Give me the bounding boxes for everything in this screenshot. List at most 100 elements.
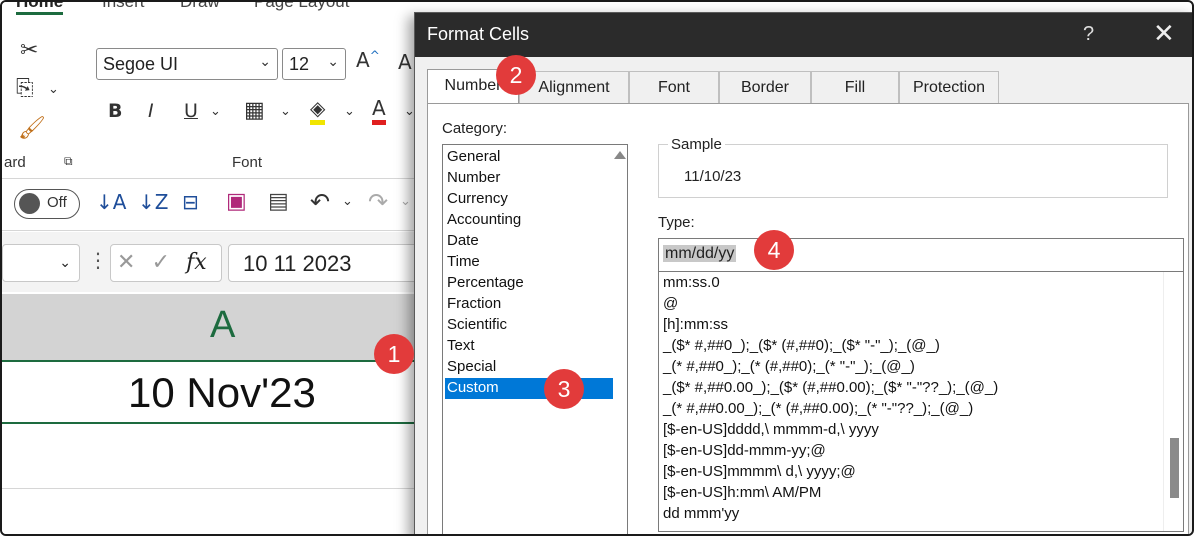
format-item[interactable]: _(* #,##0.00_);_(* (#,##0.00);_(* "-"??_…	[663, 400, 973, 417]
sort-descending-icon[interactable]: ↓Z	[138, 190, 168, 214]
undo-dropdown-icon[interactable]: ⌄	[342, 194, 353, 209]
selected-cell[interactable]: 10 Nov'23	[2, 364, 422, 424]
autosave-toggle[interactable]: Off	[14, 189, 80, 219]
dialog-launcher-icon[interactable]: ⧉	[64, 154, 73, 169]
category-item-selected[interactable]: Custom	[445, 378, 615, 399]
category-item[interactable]: Currency	[445, 189, 615, 210]
autosave-state: Off	[47, 194, 67, 211]
excel-window: Home Insert Draw Page Layout ✂ ⎘ ⌄ 🖌 Seg…	[2, 2, 428, 534]
cancel-icon[interactable]: ✕	[117, 249, 135, 274]
bold-icon[interactable]: B	[108, 100, 122, 122]
row-divider	[2, 488, 422, 489]
font-color-icon[interactable]: A	[372, 96, 386, 125]
save-icon[interactable]: ▣	[226, 189, 247, 214]
format-item[interactable]: [$-en-US]h:mm\ AM/PM	[663, 484, 821, 501]
decrease-font-icon[interactable]: A	[398, 50, 412, 74]
category-item[interactable]: Date	[445, 231, 615, 252]
ribbon: ✂ ⎘ ⌄ 🖌 Segoe UI ⌄ 12 ⌄ A^ A B I U ⌄ ▦ ⌄…	[2, 20, 422, 178]
category-item[interactable]: Text	[445, 336, 615, 357]
divider	[2, 178, 422, 179]
step-badge-1: 1	[374, 334, 414, 374]
borders-dropdown-icon[interactable]: ⌄	[280, 104, 291, 119]
italic-icon[interactable]: I	[148, 100, 154, 122]
save-as-icon[interactable]: ▤	[268, 189, 289, 214]
formula-value: 10 11 2023	[243, 251, 352, 276]
close-icon[interactable]: ✕	[1153, 19, 1175, 49]
tab-font[interactable]: Font	[629, 71, 719, 103]
format-list-scrollbar[interactable]	[1163, 272, 1183, 531]
clipboard-group-label: ard	[4, 154, 26, 171]
type-input[interactable]: mm/dd/yy	[658, 238, 1184, 272]
format-item[interactable]: _($* #,##0_);_($* (#,##0);_($* "-"_);_(@…	[663, 337, 940, 354]
format-item[interactable]: [$-en-US]dd-mmm-yy;@	[663, 442, 826, 459]
ribbon-tab-draw[interactable]: Draw	[180, 2, 220, 12]
name-box[interactable]: ⌄	[2, 244, 80, 282]
ribbon-tab-insert[interactable]: Insert	[102, 2, 145, 12]
increase-font-icon[interactable]: A^	[356, 48, 380, 72]
copy-icon[interactable]: ⎘	[16, 76, 34, 101]
font-name-value: Segoe UI	[103, 54, 179, 74]
underline-dropdown-icon[interactable]: ⌄	[210, 104, 221, 119]
format-item[interactable]: mm:ss.0	[663, 274, 720, 291]
tab-protection[interactable]: Protection	[899, 71, 999, 103]
copy-dropdown-icon[interactable]: ⌄	[48, 82, 59, 97]
help-button[interactable]: ?	[1083, 23, 1094, 46]
category-item[interactable]: Scientific	[445, 315, 615, 336]
category-item[interactable]: Number	[445, 168, 615, 189]
font-size-select[interactable]: 12 ⌄	[282, 48, 346, 80]
format-item[interactable]: _($* #,##0.00_);_($* (#,##0.00);_($* "-"…	[663, 379, 998, 396]
step-badge-2: 2	[496, 55, 536, 95]
screenshot-frame: Home Insert Draw Page Layout ✂ ⎘ ⌄ 🖌 Seg…	[0, 0, 1194, 536]
formula-input[interactable]: 10 11 2023	[228, 244, 428, 282]
enter-icon[interactable]: ✓	[152, 249, 170, 274]
underline-icon[interactable]: U	[184, 100, 198, 122]
category-list[interactable]: General Number Currency Accounting Date …	[442, 144, 628, 534]
category-item[interactable]: General	[445, 147, 615, 168]
format-item[interactable]: [$-en-US]dddd,\ mmmm-d,\ yyyy	[663, 421, 879, 438]
fill-color-icon[interactable]: ◈	[310, 96, 326, 125]
category-item[interactable]: Time	[445, 252, 615, 273]
column-header[interactable]: A	[2, 294, 422, 362]
undo-icon[interactable]: ↶	[310, 188, 330, 216]
chevron-down-icon: ⌄	[59, 254, 71, 270]
format-item[interactable]: _(* #,##0_);_(* (#,##0);_(* "-"_);_(@_)	[663, 358, 915, 375]
format-cells-dialog: Format Cells ? ✕ Number Alignment Font B…	[414, 12, 1192, 534]
sort-ascending-icon[interactable]: ↓A	[96, 190, 126, 214]
freeze-panes-icon[interactable]: ⊟	[182, 190, 199, 214]
format-code-list[interactable]: mm:ss.0 @ [h]:mm:ss _($* #,##0_);_($* (#…	[658, 272, 1184, 532]
dialog-title: Format Cells	[427, 24, 530, 44]
category-item[interactable]: Percentage	[445, 273, 615, 294]
format-item[interactable]: [h]:mm:ss	[663, 316, 728, 333]
sample-label: Sample	[668, 136, 725, 153]
dialog-titlebar: Format Cells ? ✕	[415, 13, 1192, 57]
tab-fill[interactable]: Fill	[811, 71, 899, 103]
scroll-up-icon[interactable]	[614, 151, 626, 159]
format-item[interactable]: @	[663, 295, 678, 312]
dialog-tabs: Number Alignment Font Border Fill Protec…	[427, 69, 1187, 103]
category-item[interactable]: Fraction	[445, 294, 615, 315]
chevron-down-icon: ⌄	[327, 53, 339, 69]
tab-border[interactable]: Border	[719, 71, 811, 103]
borders-icon[interactable]: ▦	[244, 98, 265, 123]
category-scrollbar[interactable]	[613, 145, 627, 534]
step-badge-4: 4	[754, 230, 794, 270]
type-input-value: mm/dd/yy	[663, 245, 737, 262]
ribbon-tabs: Home Insert Draw Page Layout	[2, 2, 422, 15]
insert-function-icon[interactable]: fx	[186, 250, 207, 275]
font-size-value: 12	[289, 54, 310, 74]
format-painter-icon[interactable]: 🖌	[18, 116, 46, 141]
column-header-label: A	[210, 304, 236, 346]
more-options-icon[interactable]: ⋮	[88, 248, 108, 272]
scrollbar-thumb[interactable]	[1170, 438, 1179, 498]
category-item[interactable]: Special	[445, 357, 615, 378]
ribbon-tab-home[interactable]: Home	[16, 2, 64, 15]
font-name-select[interactable]: Segoe UI ⌄	[96, 48, 278, 80]
redo-dropdown-icon[interactable]: ⌄	[400, 194, 411, 209]
ribbon-tab-page-layout[interactable]: Page Layout	[254, 2, 349, 12]
redo-icon[interactable]: ↷	[368, 188, 388, 216]
format-item[interactable]: [$-en-US]mmmm\ d,\ yyyy;@	[663, 463, 856, 480]
cut-icon[interactable]: ✂	[20, 38, 38, 63]
category-item[interactable]: Accounting	[445, 210, 615, 231]
format-item[interactable]: dd mmm'yy	[663, 505, 739, 522]
fill-color-dropdown-icon[interactable]: ⌄	[344, 104, 355, 119]
